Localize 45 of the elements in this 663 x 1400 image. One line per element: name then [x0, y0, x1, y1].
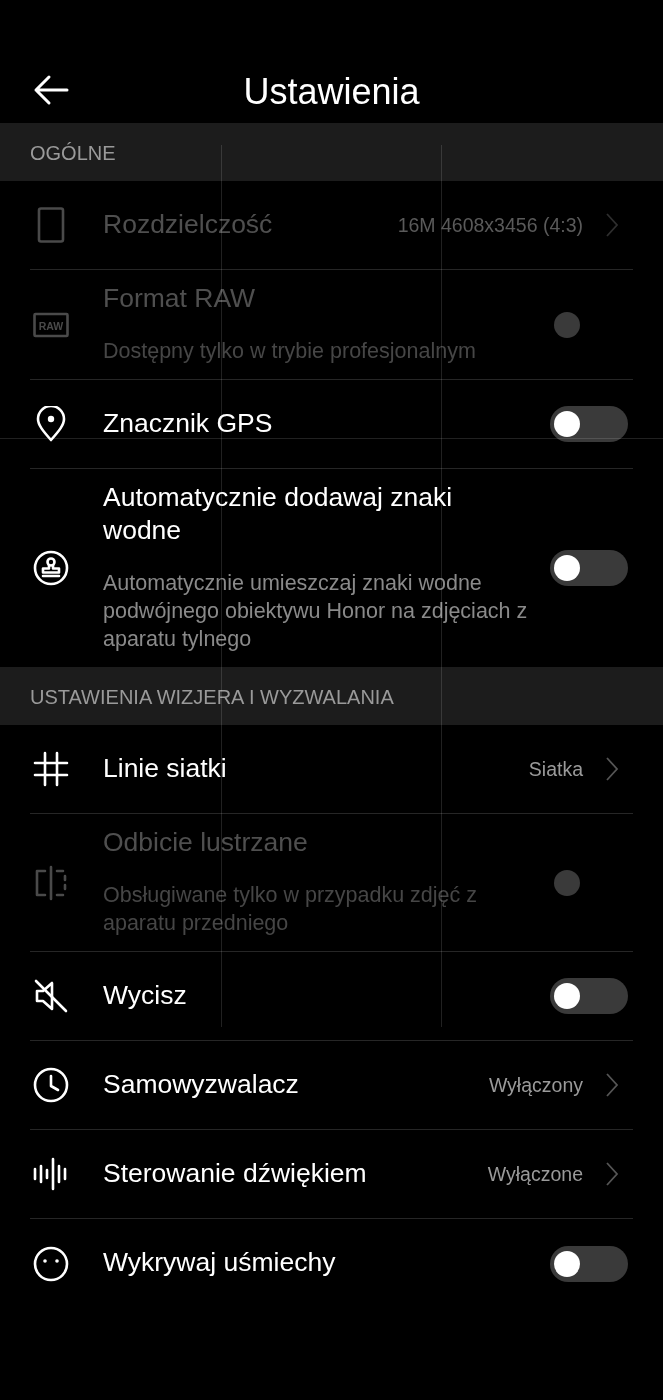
sound-wave-icon — [33, 1156, 69, 1192]
chevron-icon — [605, 1072, 619, 1098]
back-icon[interactable] — [33, 74, 69, 106]
settings-row[interactable]: Automatycznie dodawaj znaki wodne Automatycznie umieszczaj znaki wodne podwójnego obiektywu Honor na zdjęciach z aparatu tylnego — [30, 469, 633, 667]
section-header: OGÓLNE — [0, 123, 663, 181]
chevron-icon — [605, 212, 619, 238]
clock-icon — [33, 1067, 69, 1103]
setting-value: 16M 4608x3456 (4:3) — [397, 213, 583, 237]
setting-label: Wycisz — [103, 978, 188, 1012]
setting-label: Linie siatki — [103, 751, 228, 785]
settings-row[interactable]: Linie siatki Siatka — [30, 725, 633, 814]
stamp-icon — [33, 550, 69, 586]
toggle-switch[interactable] — [550, 978, 628, 1014]
settings-row[interactable]: Sterowanie dźwiękiem Wyłączone — [30, 1130, 633, 1219]
toggle-switch[interactable] — [550, 550, 628, 586]
setting-label: Odbicie lustrzane — [103, 826, 309, 859]
toggle-switch[interactable] — [550, 406, 628, 442]
chevron-icon — [605, 1161, 619, 1187]
setting-description: Obsługiwane tylko w przypadku zdjęć z aparatu przedniego — [103, 882, 479, 937]
toggle-switch[interactable] — [550, 1245, 628, 1282]
setting-label: Znacznik GPS — [103, 406, 274, 440]
setting-value: Siatka — [528, 757, 583, 781]
grid-icon — [33, 751, 69, 787]
setting-description: Dostępny tylko w trybie profesjonalnym — [103, 338, 477, 365]
setting-description: Automatycznie umieszczaj znaki wodne podwójnego obiektywu Honor na zdjęciach z aparatu tylnego — [103, 570, 529, 653]
screen-title: Ustawienia — [243, 72, 420, 112]
settings-row[interactable]: Samowyzwalacz Wyłączony — [30, 1041, 633, 1130]
setting-label: Rozdzielczość — [103, 207, 274, 241]
settings-row[interactable]: Wykrywaj uśmiechy — [30, 1219, 633, 1308]
settings-row[interactable]: Wycisz — [30, 952, 633, 1041]
setting-label: Wykrywaj uśmiechy — [103, 1246, 337, 1279]
setting-label: Automatycznie dodawaj znaki wodne — [103, 481, 454, 547]
setting-label: Format RAW — [103, 282, 257, 315]
chevron-icon — [605, 756, 619, 782]
setting-label: Sterowanie dźwiękiem — [103, 1156, 368, 1190]
speaker-muted-icon — [33, 978, 69, 1014]
face-icon — [33, 1245, 69, 1282]
disabled-toggle — [554, 869, 580, 896]
section-header: USTAWIENIA WIZJERA I WYZWALANIA — [0, 667, 663, 725]
disabled-toggle — [554, 311, 580, 338]
setting-value: Wyłączony — [488, 1073, 583, 1097]
setting-value: Wyłączone — [487, 1162, 583, 1186]
settings-row[interactable]: Znacznik GPS — [30, 380, 633, 469]
setting-label: Samowyzwalacz — [103, 1067, 300, 1101]
mirror-icon — [33, 864, 69, 901]
